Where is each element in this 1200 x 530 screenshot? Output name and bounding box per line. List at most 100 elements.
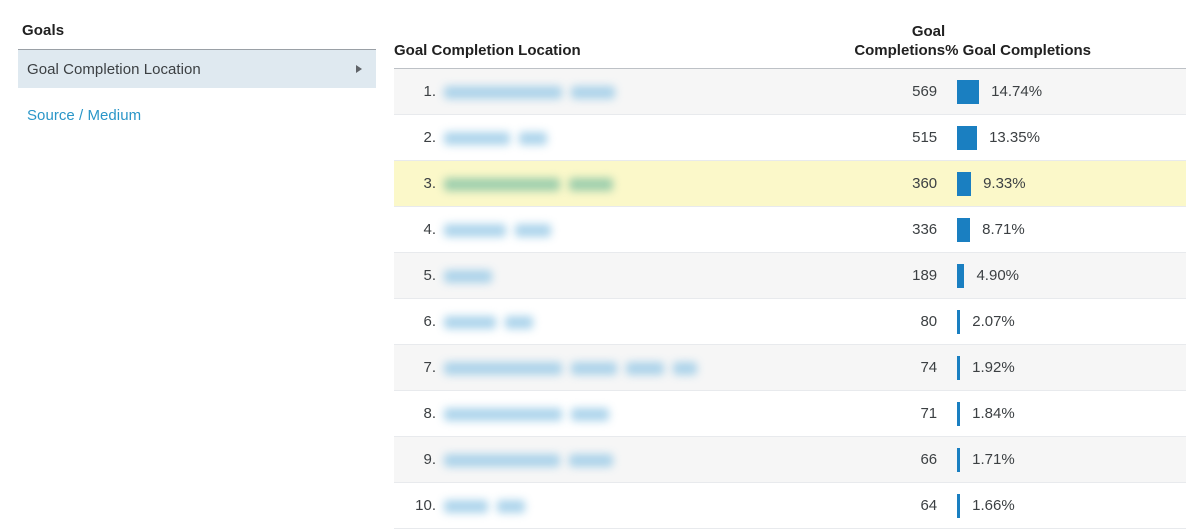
dimension-value-link[interactable] <box>444 499 525 513</box>
redacted-text-block <box>569 177 613 191</box>
row-index: 2. <box>423 129 436 147</box>
redacted-text-block <box>444 407 562 421</box>
cell-dimension: 2. <box>394 114 835 162</box>
pct-bar <box>957 401 961 426</box>
cell-dimension: 7. <box>394 344 835 392</box>
report-table-panel: Goal Completion Location Goal Completion… <box>394 0 1200 530</box>
cell-goal-completions: 189 <box>834 252 946 300</box>
redacted-text-block <box>444 315 496 329</box>
pct-value: 13.35% <box>989 129 1040 147</box>
dimension-value-link[interactable] <box>444 223 551 237</box>
table-row[interactable]: 7. 74 1.92% <box>394 344 1186 392</box>
column-header-goal-completions-line2: Completions <box>854 42 946 60</box>
cell-goal-completions: 569 <box>834 68 946 116</box>
goals-sidebar: Goals Goal Completion Location Source / … <box>0 0 394 530</box>
dimension-value-link[interactable] <box>444 361 697 375</box>
cell-pct-goal-completions: 2.07% <box>945 298 1186 346</box>
redacted-text-block <box>571 407 609 421</box>
cell-dimension: 6. <box>394 298 835 346</box>
row-index: 9. <box>423 451 436 469</box>
redacted-text-block <box>497 499 525 513</box>
row-index: 5. <box>423 267 436 285</box>
pct-value: 9.33% <box>983 175 1026 193</box>
cell-goal-completions: 66 <box>834 436 946 484</box>
cell-dimension: 8. <box>394 390 835 438</box>
row-index: 6. <box>423 313 436 331</box>
sidebar-item-label: Goal Completion Location <box>27 60 201 78</box>
table-row[interactable]: 1. 569 14.74% <box>394 68 1186 116</box>
redacted-text-block <box>626 361 664 375</box>
cell-dimension: 4. <box>394 206 835 254</box>
column-header-pct-goal-completions[interactable]: % Goal Completions <box>945 22 1186 70</box>
dimension-value-link[interactable] <box>444 315 533 329</box>
dimension-value-link[interactable] <box>444 407 609 421</box>
dimension-list: Goal Completion Location Source / Medium <box>18 49 376 134</box>
redacted-text-block <box>444 131 510 145</box>
row-index: 7. <box>423 359 436 377</box>
table-row[interactable]: 8. 71 1.84% <box>394 390 1186 438</box>
cell-goal-completions: 515 <box>834 114 946 162</box>
cell-dimension: 5. <box>394 252 835 300</box>
redacted-text-block <box>444 269 492 283</box>
sidebar-title: Goals <box>22 22 65 39</box>
cell-pct-goal-completions: 14.74% <box>945 68 1186 116</box>
table-row[interactable]: 6. 80 2.07% <box>394 298 1186 346</box>
cell-pct-goal-completions: 8.71% <box>945 206 1186 254</box>
row-index: 3. <box>423 175 436 193</box>
dimension-value-link[interactable] <box>444 85 615 99</box>
table-row[interactable]: 10. 64 1.66% <box>394 482 1186 530</box>
pct-bar <box>957 263 965 288</box>
dimension-value-link[interactable] <box>444 269 492 283</box>
table-row[interactable]: 2. 515 13.35% <box>394 114 1186 162</box>
pct-bar <box>957 171 972 196</box>
pct-bar <box>957 447 961 472</box>
pct-bar <box>957 125 978 150</box>
pct-bar <box>957 217 971 242</box>
dimension-value-link[interactable] <box>444 177 613 191</box>
cell-pct-goal-completions: 1.66% <box>945 482 1186 530</box>
redacted-text-block <box>673 361 697 375</box>
redacted-text-block <box>519 131 547 145</box>
pct-bar <box>957 79 980 104</box>
table-header: Goal Completion Location Goal Completion… <box>394 22 1186 70</box>
redacted-text-block <box>505 315 533 329</box>
row-index: 10. <box>415 497 436 515</box>
redacted-text-block <box>444 499 488 513</box>
sidebar-item-goal-completion-location[interactable]: Goal Completion Location <box>18 50 376 88</box>
row-index: 1. <box>423 83 436 101</box>
cell-pct-goal-completions: 1.71% <box>945 436 1186 484</box>
cell-pct-goal-completions: 1.84% <box>945 390 1186 438</box>
pct-bar <box>957 355 961 380</box>
table-row[interactable]: 9. 66 1.71% <box>394 436 1186 484</box>
cell-dimension: 3. <box>394 160 835 208</box>
column-header-goal-completions[interactable]: Goal Completions <box>834 22 946 70</box>
redacted-text-block <box>444 453 560 467</box>
cell-pct-goal-completions: 4.90% <box>945 252 1186 300</box>
row-index: 4. <box>423 221 436 239</box>
cell-pct-goal-completions: 1.92% <box>945 344 1186 392</box>
table-body: 1. 569 14.74% 2. 515 13.35% 3. 360 9.33% 4. 336 8.7… <box>394 68 1186 530</box>
column-header-dimension[interactable]: Goal Completion Location <box>394 22 835 70</box>
cell-goal-completions: 64 <box>834 482 946 530</box>
table-header-row: Goal Completion Location Goal Completion… <box>394 22 1186 70</box>
pct-value: 1.84% <box>972 405 1015 423</box>
sidebar-item-label: Source / Medium <box>27 106 142 124</box>
pct-value: 14.74% <box>991 83 1043 101</box>
column-header-goal-completions-line1: Goal <box>911 23 946 40</box>
sidebar-item-source-medium[interactable]: Source / Medium <box>18 96 376 134</box>
redacted-text-block <box>569 453 613 467</box>
pct-value: 2.07% <box>972 313 1015 331</box>
dimension-value-link[interactable] <box>444 453 613 467</box>
redacted-text-block <box>444 223 506 237</box>
chevron-right-icon <box>356 65 362 73</box>
cell-goal-completions: 71 <box>834 390 946 438</box>
cell-dimension: 1. <box>394 68 835 116</box>
table-row[interactable]: 3. 360 9.33% <box>394 160 1186 208</box>
cell-goal-completions: 74 <box>834 344 946 392</box>
dimension-value-link[interactable] <box>444 131 547 145</box>
redacted-text-block <box>444 85 562 99</box>
pct-value: 8.71% <box>982 221 1025 239</box>
redacted-text-block <box>444 361 562 375</box>
table-row[interactable]: 5. 189 4.90% <box>394 252 1186 300</box>
table-row[interactable]: 4. 336 8.71% <box>394 206 1186 254</box>
